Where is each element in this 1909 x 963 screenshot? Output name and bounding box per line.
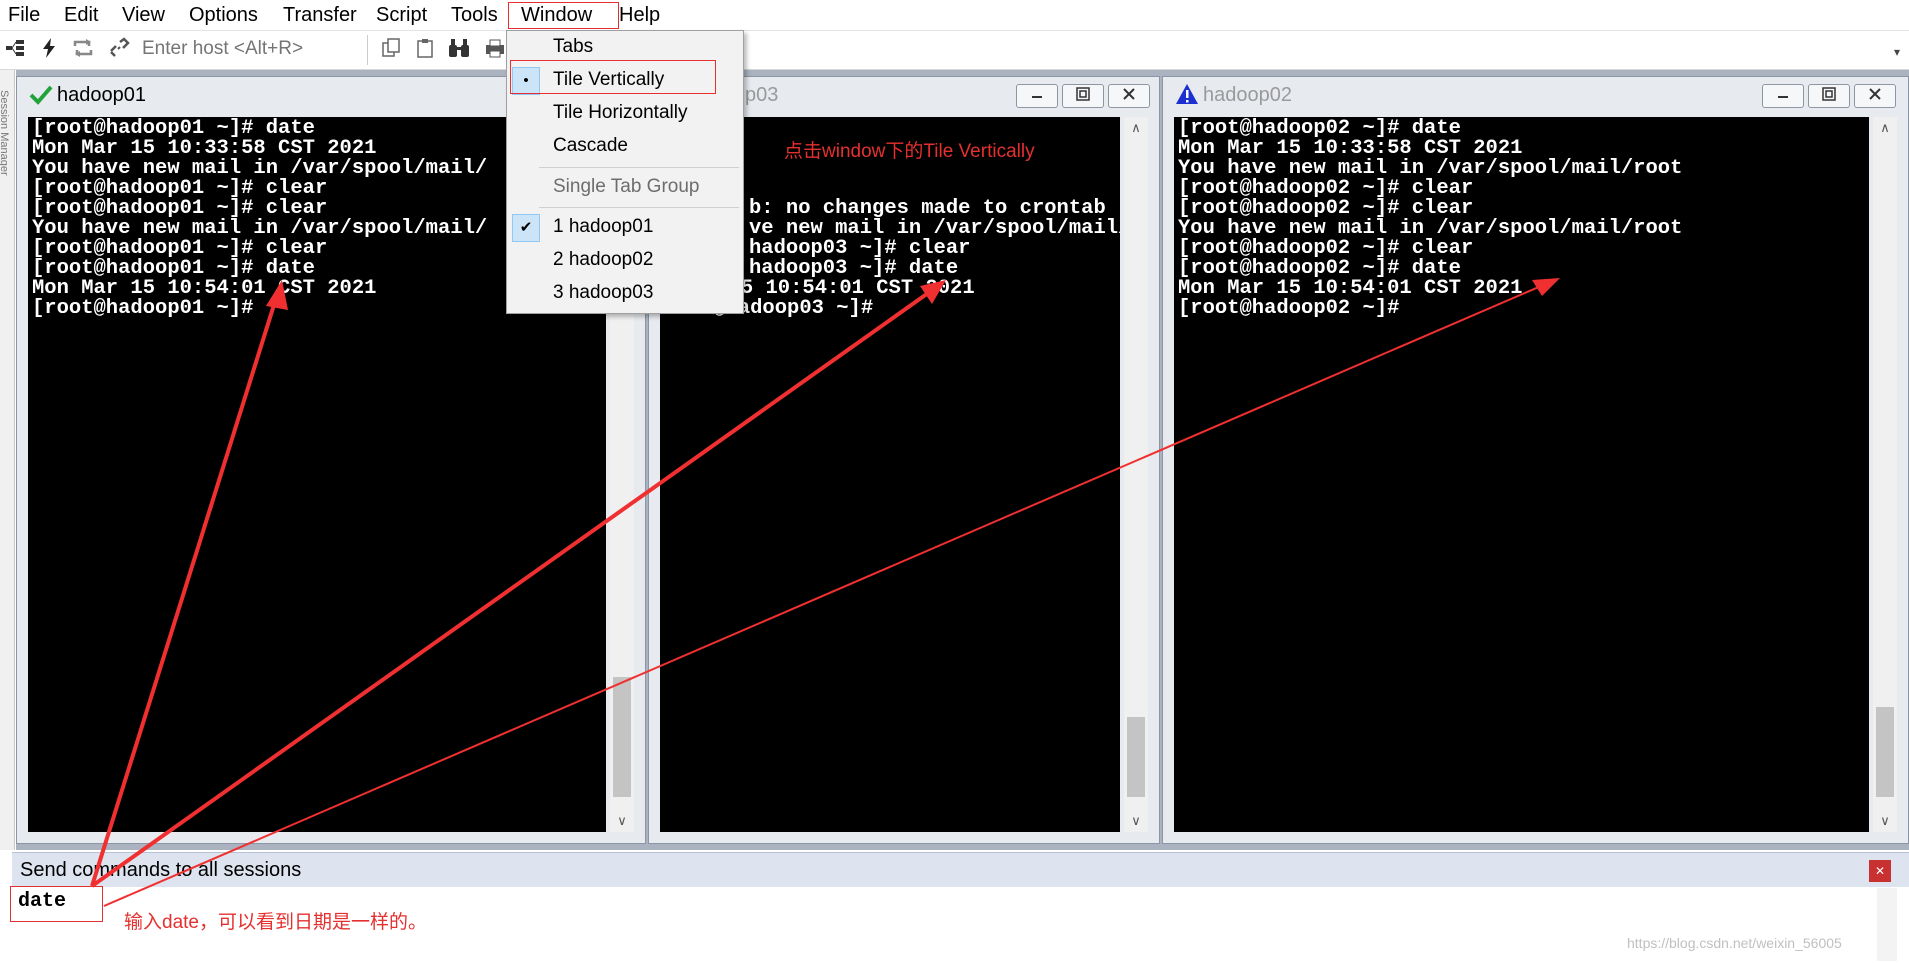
maximize-button[interactable] [1808,84,1850,108]
menu-edit[interactable]: Edit [64,2,98,28]
menu-script[interactable]: Script [376,2,427,28]
session-manager-label: Session Manager [0,90,10,176]
close-button[interactable] [1854,84,1896,108]
scroll-down-icon[interactable]: ∨ [1124,810,1148,832]
annotation-box-tile-vertically [510,60,716,94]
connected-check-icon [29,83,53,110]
terminal-screen[interactable]: [root@hadoop02 ~]# date Mon Mar 15 10:33… [1174,117,1869,832]
send-panel-scrollbar[interactable] [1877,888,1897,961]
host-input[interactable] [142,36,358,62]
print-icon[interactable] [482,37,508,63]
annotation-input-note: 输入date，可以看到日期是一样的。 [124,912,427,933]
maximize-icon [1076,87,1090,101]
menu-transfer[interactable]: Transfer [283,2,357,28]
minimize-icon [1778,96,1788,98]
annotation-box-date-input [10,886,103,922]
quick-connect-icon[interactable] [36,37,62,63]
scroll-down-icon[interactable]: ∨ [1873,810,1897,832]
maximize-button[interactable] [1062,84,1104,108]
send-panel-close-icon[interactable]: ✕ [1869,860,1891,882]
toolbar: ▾ [0,31,1909,70]
connect-sessions-icon[interactable] [2,37,28,63]
maximize-icon [1822,87,1836,101]
session-pane-hadoop02: hadoop02 [root@hadoop02 ~]# date Mon Mar… [1162,76,1909,844]
menu-separator [539,167,739,168]
close-icon [1869,88,1881,100]
annotation-box-window-menu [508,2,619,29]
minimize-icon [1032,96,1042,98]
scroll-thumb[interactable] [613,677,631,797]
scroll-up-icon[interactable]: ∧ [1873,117,1897,139]
menu-item-tabs[interactable]: Tabs [507,33,743,63]
menu-options[interactable]: Options [189,2,258,28]
close-button[interactable] [1108,84,1150,108]
send-panel-title: Send commands to all sessions [20,859,302,881]
find-icon[interactable] [446,37,472,63]
checkmark-icon: ✔ [512,214,540,242]
sessions-area: hadoop01 [root@hadoop01 ~]# date Mon Mar… [16,70,1909,850]
session-manager-strip[interactable]: Session Manager [0,70,15,850]
terminal-output: [root@hadoop02 ~]# date Mon Mar 15 10:33… [1178,117,1683,320]
menu-item-tile-horizontally[interactable]: Tile Horizontally [507,99,743,129]
reconnect-icon[interactable] [70,37,96,63]
toolbar-separator [367,35,368,65]
watermark: https://blog.csdn.net/weixin_56005 [1627,935,1842,951]
minimize-button[interactable] [1016,84,1058,108]
scroll-down-icon[interactable]: ∨ [610,810,634,832]
menu-separator [539,207,739,208]
pane-title: hadoop01 [57,84,146,106]
terminal-scrollbar[interactable]: ∧ ∨ [1124,117,1148,832]
paste-icon[interactable] [412,37,438,63]
scroll-up-icon[interactable]: ∧ [1124,117,1148,139]
menu-item-single-tab-group[interactable]: Single Tab Group [507,173,743,203]
menu-item-session-2[interactable]: 2 hadoop02 [507,246,743,276]
scroll-thumb[interactable] [1127,717,1145,797]
menu-item-session-1[interactable]: ✔ 1 hadoop01 [507,213,743,243]
menu-help[interactable]: Help [619,2,660,28]
toolbar-overflow-icon[interactable]: ▾ [1884,39,1909,65]
pane-titlebar[interactable]: hadoop02 [1163,77,1908,113]
minimize-button[interactable] [1762,84,1804,108]
menu-view[interactable]: View [122,2,165,28]
menu-bar: File Edit View Options Transfer Script T… [0,0,1909,31]
copy-icon[interactable] [378,37,404,63]
annotation-menu-note: 点击window下的Tile Vertically [784,141,1035,162]
menu-item-cascade[interactable]: Cascade [507,132,743,162]
menu-file[interactable]: File [8,2,40,28]
warning-icon [1175,83,1199,110]
scroll-thumb[interactable] [1876,707,1894,797]
pane-title: hadoop02 [1203,84,1292,106]
pane-title: p03 [745,84,779,106]
terminal-scrollbar[interactable]: ∧ ∨ [1873,117,1897,832]
close-icon [1123,88,1135,100]
menu-item-session-3[interactable]: 3 hadoop03 [507,279,743,309]
disconnect-icon[interactable] [106,37,132,63]
menu-tools[interactable]: Tools [451,2,498,28]
send-panel-header: Send commands to all sessions ✕ [12,852,1909,887]
